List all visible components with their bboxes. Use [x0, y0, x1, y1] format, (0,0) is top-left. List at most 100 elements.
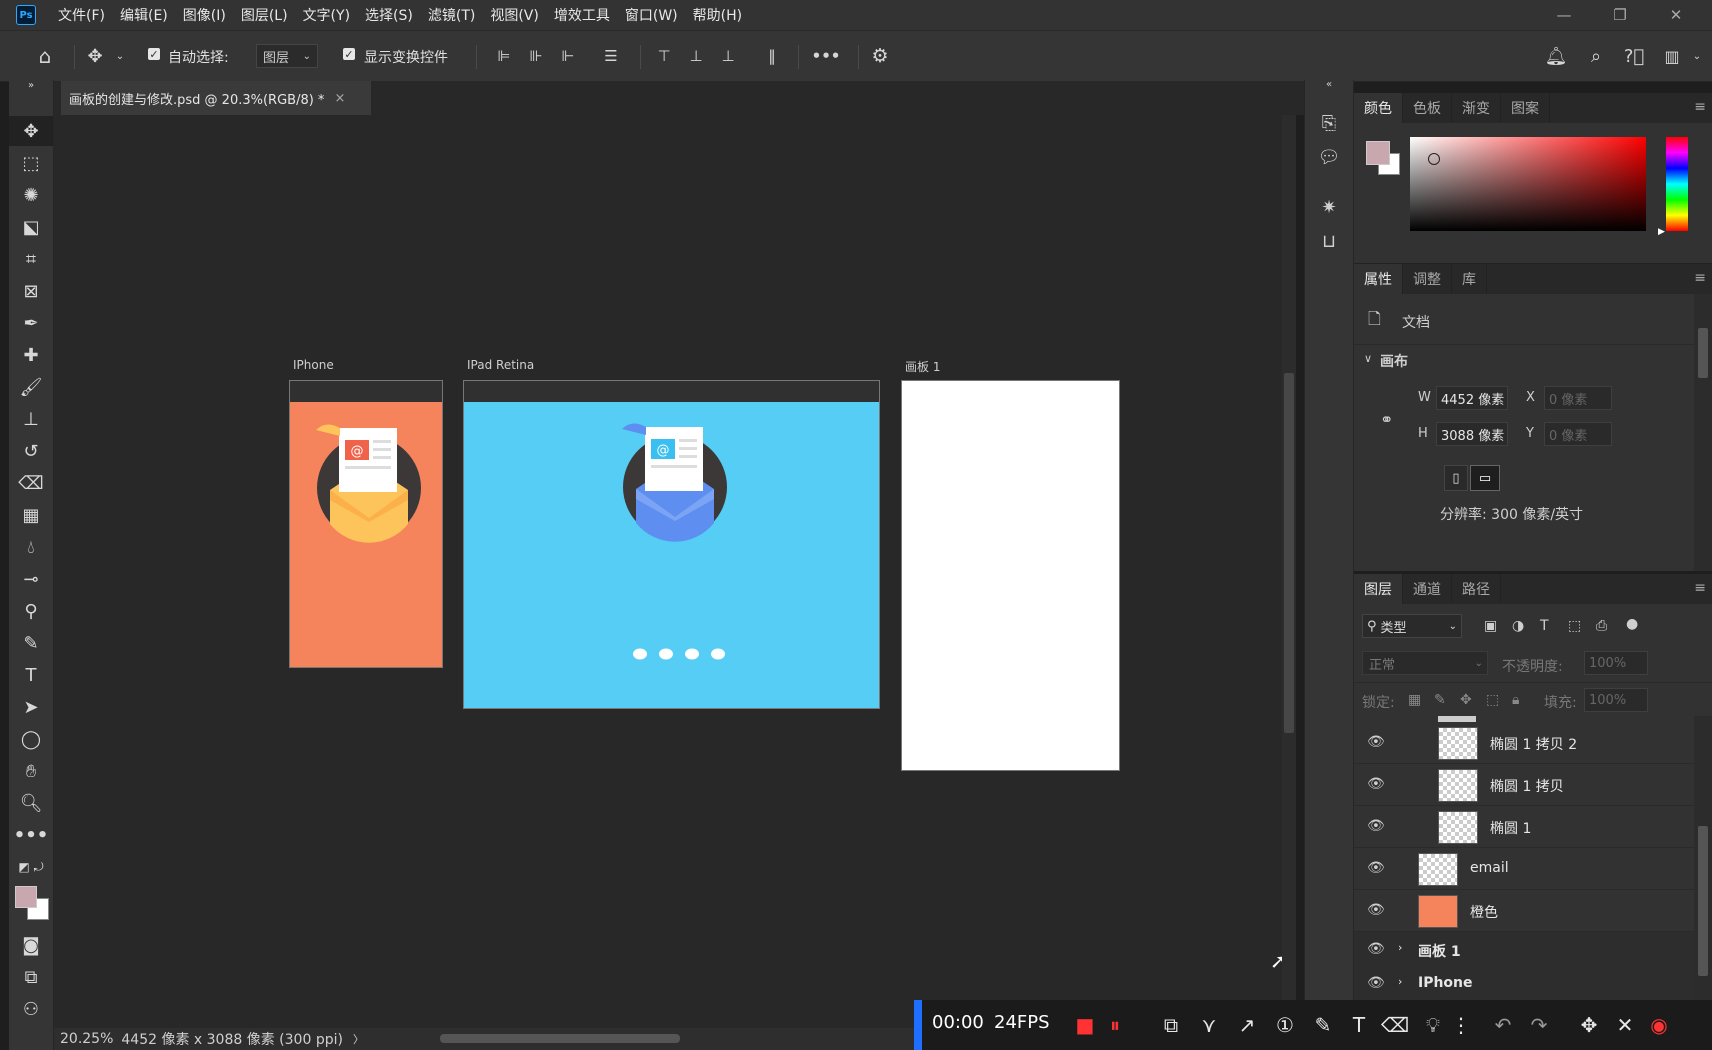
layer-row[interactable]: 👁︎ 橙色: [1354, 890, 1694, 932]
history-icon[interactable]: ⎘: [1305, 108, 1353, 138]
brush-tool-icon[interactable]: 🖌︎: [9, 372, 53, 402]
canvas-area[interactable]: IPhone @ IPad Retina @ 画板 1 ➚: [54, 115, 1296, 1028]
artboard-iphone[interactable]: @: [289, 402, 443, 668]
layer-name[interactable]: 椭圆 1: [1490, 818, 1531, 838]
tab-gradients[interactable]: 渐变: [1452, 93, 1501, 123]
restore-icon[interactable]: ❐: [1592, 0, 1648, 30]
tab-layers[interactable]: 图层: [1354, 574, 1403, 604]
panel-menu-icon[interactable]: ≡: [1694, 99, 1706, 115]
artboard-label-1[interactable]: 画板 1: [905, 358, 940, 375]
distribute-icon[interactable]: ☰: [600, 43, 622, 69]
chevron-down-icon[interactable]: ⌄: [114, 43, 126, 69]
filter-adjustment-icon[interactable]: ◑: [1512, 618, 1524, 634]
zoom-tool-icon[interactable]: 🔍︎: [9, 788, 53, 818]
menu-image[interactable]: 图像(I): [183, 5, 226, 25]
expand-chevron-icon[interactable]: ›: [1398, 975, 1402, 988]
pen-icon[interactable]: ✎: [1310, 1012, 1336, 1038]
help-icon[interactable]: ?⃝: [1622, 43, 1646, 69]
align-top-icon[interactable]: ⊤: [654, 43, 674, 69]
comments-icon[interactable]: 💬︎: [1305, 142, 1353, 172]
filter-pixel-icon[interactable]: ▣: [1484, 618, 1497, 634]
more-options-icon[interactable]: •••: [812, 43, 841, 69]
y-field[interactable]: 0 像素: [1544, 422, 1612, 446]
distribute-vertical-icon[interactable]: ‖: [762, 43, 782, 69]
frame-tool-icon[interactable]: ⊠: [9, 276, 53, 306]
move-tool-icon[interactable]: ✥: [9, 116, 53, 146]
visibility-eye-icon[interactable]: 👁︎: [1367, 902, 1385, 918]
lock-all-icon[interactable]: 🔒︎: [1512, 692, 1519, 708]
document-tab[interactable]: 画板的创建与修改.psd @ 20.3%(RGB/8) * ×: [61, 81, 371, 115]
text-icon[interactable]: T: [1346, 1012, 1372, 1038]
expand-chevron-icon[interactable]: ›: [1398, 941, 1402, 954]
foreground-color-swatch[interactable]: [15, 886, 37, 908]
scroll-thumb[interactable]: [1698, 328, 1708, 378]
visibility-eye-icon[interactable]: 👁︎: [1367, 776, 1385, 792]
settings-gear-icon[interactable]: ⚙: [868, 43, 892, 69]
healing-brush-tool-icon[interactable]: ✚: [9, 340, 53, 370]
swap-colors-icon[interactable]: ◩ ⤾: [9, 852, 53, 882]
height-field[interactable]: 3088 像素: [1436, 422, 1508, 446]
auto-select-checkbox[interactable]: ✓: [148, 48, 160, 61]
menu-type[interactable]: 文字(Y): [303, 5, 350, 25]
scroll-thumb[interactable]: [1698, 826, 1708, 976]
x-field[interactable]: 0 像素: [1544, 386, 1612, 410]
menu-layer[interactable]: 图层(L): [241, 5, 288, 25]
lock-position-icon[interactable]: ✥: [1460, 692, 1472, 708]
tab-adjustments[interactable]: 调整: [1403, 264, 1452, 294]
tab-channels[interactable]: 通道: [1403, 574, 1452, 604]
close-toolbar-icon[interactable]: ✕: [1612, 1012, 1638, 1038]
blur-tool-icon[interactable]: 💧︎: [9, 532, 53, 562]
layer-row[interactable]: 👁︎ email: [1354, 848, 1694, 890]
align-left-icon[interactable]: ⊫: [494, 43, 514, 69]
layer-name[interactable]: IPhone: [1418, 975, 1473, 991]
tab-color[interactable]: 颜色: [1354, 93, 1403, 123]
hand-tool-icon[interactable]: ✋︎: [9, 756, 53, 786]
tab-patterns[interactable]: 图案: [1501, 93, 1550, 123]
menu-select[interactable]: 选择(S): [365, 5, 413, 25]
properties-scrollbar[interactable]: [1694, 294, 1712, 571]
record-icon[interactable]: ◉: [1646, 1012, 1672, 1038]
opacity-field[interactable]: 100%: [1584, 651, 1648, 675]
search-icon[interactable]: ⌕: [1584, 43, 1608, 69]
filter-type-icon[interactable]: T: [1540, 618, 1549, 634]
layer-name[interactable]: 画板 1: [1418, 941, 1461, 961]
gradient-tool-icon[interactable]: ▦: [9, 500, 53, 530]
foreground-color-swatch[interactable]: [1366, 141, 1390, 165]
portrait-orientation-icon[interactable]: ▯: [1444, 465, 1468, 491]
move-tool-icon[interactable]: ✥: [84, 43, 106, 69]
home-icon[interactable]: ⌂: [30, 43, 60, 69]
pause-recording-icon[interactable]: ⏸︎: [1102, 1012, 1128, 1038]
history-brush-tool-icon[interactable]: ↺: [9, 436, 53, 466]
tab-swatches[interactable]: 色板: [1403, 93, 1452, 123]
layer-row[interactable]: 👁︎ › 画板 1: [1354, 932, 1694, 967]
horizontal-scrollbar[interactable]: [440, 1034, 680, 1043]
step-number-icon[interactable]: ①: [1272, 1012, 1298, 1038]
ellipse-tool-icon[interactable]: ◯: [9, 724, 53, 754]
lock-transparency-icon[interactable]: ▦: [1408, 692, 1421, 708]
eraser-tool-icon[interactable]: ⌫: [9, 468, 53, 498]
layer-name[interactable]: 橙色: [1470, 902, 1498, 922]
filter-smart-object-icon[interactable]: ⎙: [1596, 618, 1607, 634]
menu-window[interactable]: 窗口(W): [625, 5, 678, 25]
close-tab-icon[interactable]: ×: [334, 91, 345, 106]
move-toolbar-icon[interactable]: ✥: [1576, 1012, 1602, 1038]
collapse-toolbar-icon[interactable]: »: [9, 78, 53, 92]
width-field[interactable]: 4452 像素: [1436, 386, 1508, 410]
more-vertical-icon[interactable]: ⋮: [1448, 1012, 1474, 1038]
artboard-ipad[interactable]: @: [463, 402, 880, 709]
link-dimensions-icon[interactable]: ⚭: [1380, 410, 1393, 429]
menu-plugins[interactable]: 增效工具: [554, 5, 610, 25]
layer-row[interactable]: 👁︎ › IPhone: [1354, 966, 1694, 1001]
undo-icon[interactable]: ↶: [1490, 1012, 1516, 1038]
show-transform-checkbox[interactable]: ✓: [343, 48, 355, 61]
dodge-tool-icon[interactable]: ⊸: [9, 564, 53, 594]
workspace-icon[interactable]: ▥: [1660, 43, 1684, 69]
quick-mask-icon[interactable]: ◙: [9, 930, 53, 960]
color-field[interactable]: [1410, 137, 1646, 231]
arrow-icon[interactable]: ↗: [1234, 1012, 1260, 1038]
pen-tool-icon[interactable]: ✎: [9, 628, 53, 658]
artboard-1[interactable]: [901, 380, 1120, 771]
redo-icon[interactable]: ↷: [1526, 1012, 1552, 1038]
visibility-eye-icon[interactable]: 👁︎: [1367, 734, 1385, 750]
type-tool-icon[interactable]: T: [9, 660, 53, 690]
